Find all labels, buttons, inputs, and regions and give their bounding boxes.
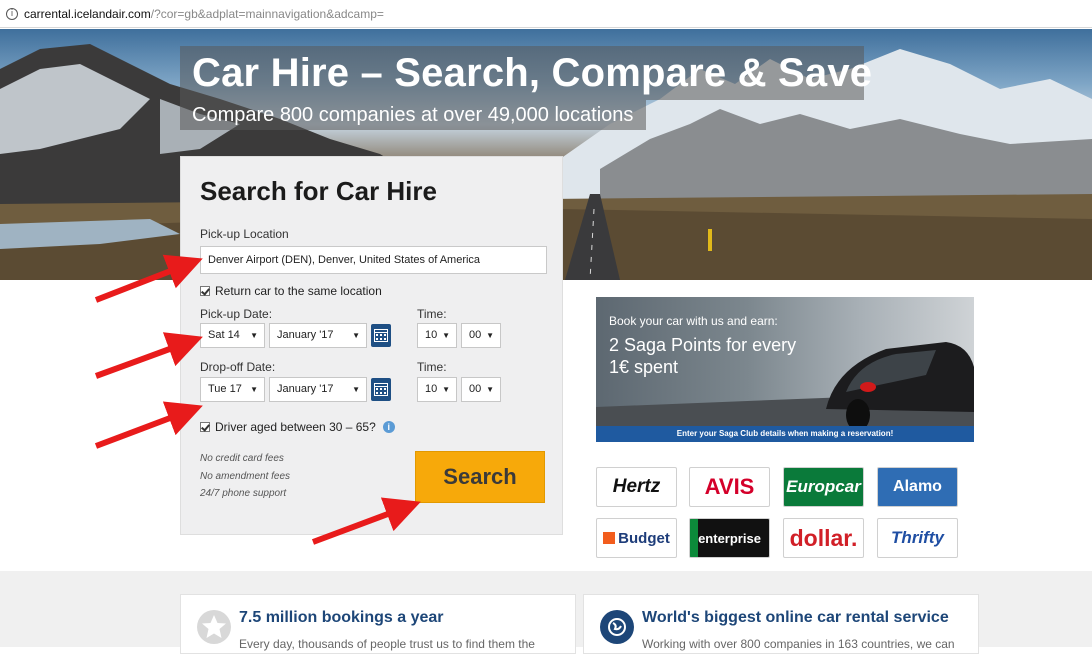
dropoff-date-label: Drop-off Date: xyxy=(200,360,276,374)
pickup-day-select[interactable]: Sat 14 ▼ xyxy=(200,323,265,348)
pickup-location-input[interactable]: Denver Airport (DEN), Denver, United Sta… xyxy=(200,246,547,274)
pickup-hour-value: 10 xyxy=(425,329,438,341)
globe-icon xyxy=(600,610,634,644)
chevron-down-icon: ▼ xyxy=(250,331,258,340)
dropoff-calendar-button[interactable] xyxy=(371,378,391,401)
url-host: carrental.icelandair.com xyxy=(24,6,151,21)
star-icon xyxy=(197,610,231,644)
arrow-to-pickup-date xyxy=(94,332,203,379)
search-heading: Search for Car Hire xyxy=(200,176,437,206)
promo-line-1: Book your car with us and earn: xyxy=(609,314,778,328)
pickup-location-label: Pick-up Location xyxy=(200,227,289,241)
thrifty-logo-text: Thrifty xyxy=(891,528,944,547)
dropoff-month-select[interactable]: January '17 ▼ xyxy=(269,377,367,402)
enterprise-green-bar xyxy=(690,519,698,557)
hertz-logo[interactable]: Hertz xyxy=(596,467,677,507)
note-phone-support: 24/7 phone support xyxy=(200,488,287,499)
chevron-down-icon: ▼ xyxy=(250,385,258,394)
promo-footer: Enter your Saga Club details when making… xyxy=(596,426,974,442)
promo-line-2: 2 Saga Points for every xyxy=(609,335,797,355)
saga-points-promo[interactable]: Book your car with us and earn: 2 Saga P… xyxy=(596,297,974,442)
chevron-down-icon: ▼ xyxy=(486,385,494,394)
dollar-logo[interactable]: dollar. xyxy=(783,518,864,558)
same-location-label: Return car to the same location xyxy=(215,284,382,298)
budget-square-icon xyxy=(603,532,616,544)
budget-logo[interactable]: Budget xyxy=(596,518,677,558)
feature-title-biggest: World's biggest online car rental servic… xyxy=(642,609,949,626)
info-icon[interactable]: i xyxy=(6,7,18,20)
feature-text-bookings: Every day, thousands of people trust us … xyxy=(239,637,535,651)
avis-logo-text: AVIS xyxy=(704,474,755,499)
pickup-date-label: Pick-up Date: xyxy=(200,307,273,321)
search-button[interactable]: Search xyxy=(415,451,545,503)
pickup-month-select[interactable]: January '17 ▼ xyxy=(269,323,367,348)
pickup-month-value: January '17 xyxy=(277,329,334,341)
thrifty-logo[interactable]: Thrifty xyxy=(877,518,958,558)
dollar-logo-text: dollar. xyxy=(789,524,858,551)
enterprise-logo-text: enterprise xyxy=(698,530,761,546)
feature-card-biggest: World's biggest online car rental servic… xyxy=(583,594,979,654)
dropoff-hour-value: 10 xyxy=(425,383,438,395)
dropoff-time-label: Time: xyxy=(417,360,447,374)
chevron-down-icon: ▼ xyxy=(352,331,360,340)
feature-card-bookings: 7.5 million bookings a year Every day, t… xyxy=(180,594,576,654)
dropoff-minute-select[interactable]: 00 ▼ xyxy=(461,377,501,402)
pickup-minute-select[interactable]: 00 ▼ xyxy=(461,323,501,348)
pickup-hour-select[interactable]: 10 ▼ xyxy=(417,323,457,348)
feature-title-bookings: 7.5 million bookings a year xyxy=(239,609,444,626)
budget-logo-text: Budget xyxy=(618,529,670,547)
driver-age-checkbox[interactable] xyxy=(200,422,210,432)
alamo-logo-text: Alamo xyxy=(893,478,942,495)
pickup-calendar-button[interactable] xyxy=(371,324,391,347)
pickup-day-value: Sat 14 xyxy=(208,329,240,341)
hero-title: Car Hire – Search, Compare & Save xyxy=(192,51,873,95)
url-path: /?cor=gb&adplat=mainnavigation&adcamp= xyxy=(150,6,384,21)
chevron-down-icon: ▼ xyxy=(352,385,360,394)
dropoff-month-value: January '17 xyxy=(277,383,334,395)
pickup-minute-value: 00 xyxy=(469,329,482,341)
hertz-logo-text: Hertz xyxy=(612,476,661,497)
note-no-credit-card: No credit card fees xyxy=(200,453,284,464)
chevron-down-icon: ▼ xyxy=(486,331,494,340)
dropoff-day-select[interactable]: Tue 17 ▼ xyxy=(200,377,265,402)
chevron-down-icon: ▼ xyxy=(442,385,450,394)
dropoff-hour-select[interactable]: 10 ▼ xyxy=(417,377,457,402)
info-icon[interactable]: i xyxy=(382,421,395,433)
note-no-amendment: No amendment fees xyxy=(200,471,291,482)
hero-subtitle: Compare 800 companies at over 49,000 loc… xyxy=(192,104,634,126)
address-bar[interactable]: i carrental.icelandair.com /?cor=gb&adpl… xyxy=(0,0,1092,28)
enterprise-logo[interactable]: enterprise xyxy=(689,518,770,558)
promo-line-3: 1€ spent xyxy=(609,357,679,377)
search-panel: Search for Car Hire Pick-up Location Den… xyxy=(180,156,563,535)
dropoff-day-value: Tue 17 xyxy=(208,383,242,395)
europcar-logo[interactable]: Europcar xyxy=(783,467,864,507)
same-location-checkbox[interactable] xyxy=(200,286,210,296)
europcar-logo-text: Europcar xyxy=(786,477,861,496)
pickup-time-label: Time: xyxy=(417,307,447,321)
calendar-icon xyxy=(374,329,388,342)
same-location-checkbox-row[interactable]: Return car to the same location xyxy=(200,284,382,298)
calendar-icon xyxy=(374,383,388,396)
alamo-logo[interactable]: Alamo xyxy=(877,467,958,507)
dropoff-minute-value: 00 xyxy=(469,383,482,395)
driver-age-checkbox-row[interactable]: Driver aged between 30 – 65? i xyxy=(200,420,395,434)
driver-age-label: Driver aged between 30 – 65? xyxy=(215,420,376,434)
arrow-to-dropoff-date xyxy=(94,401,203,449)
chevron-down-icon: ▼ xyxy=(442,331,450,340)
feature-text-biggest: Working with over 800 companies in 163 c… xyxy=(642,637,955,651)
avis-logo[interactable]: AVIS xyxy=(689,467,770,507)
